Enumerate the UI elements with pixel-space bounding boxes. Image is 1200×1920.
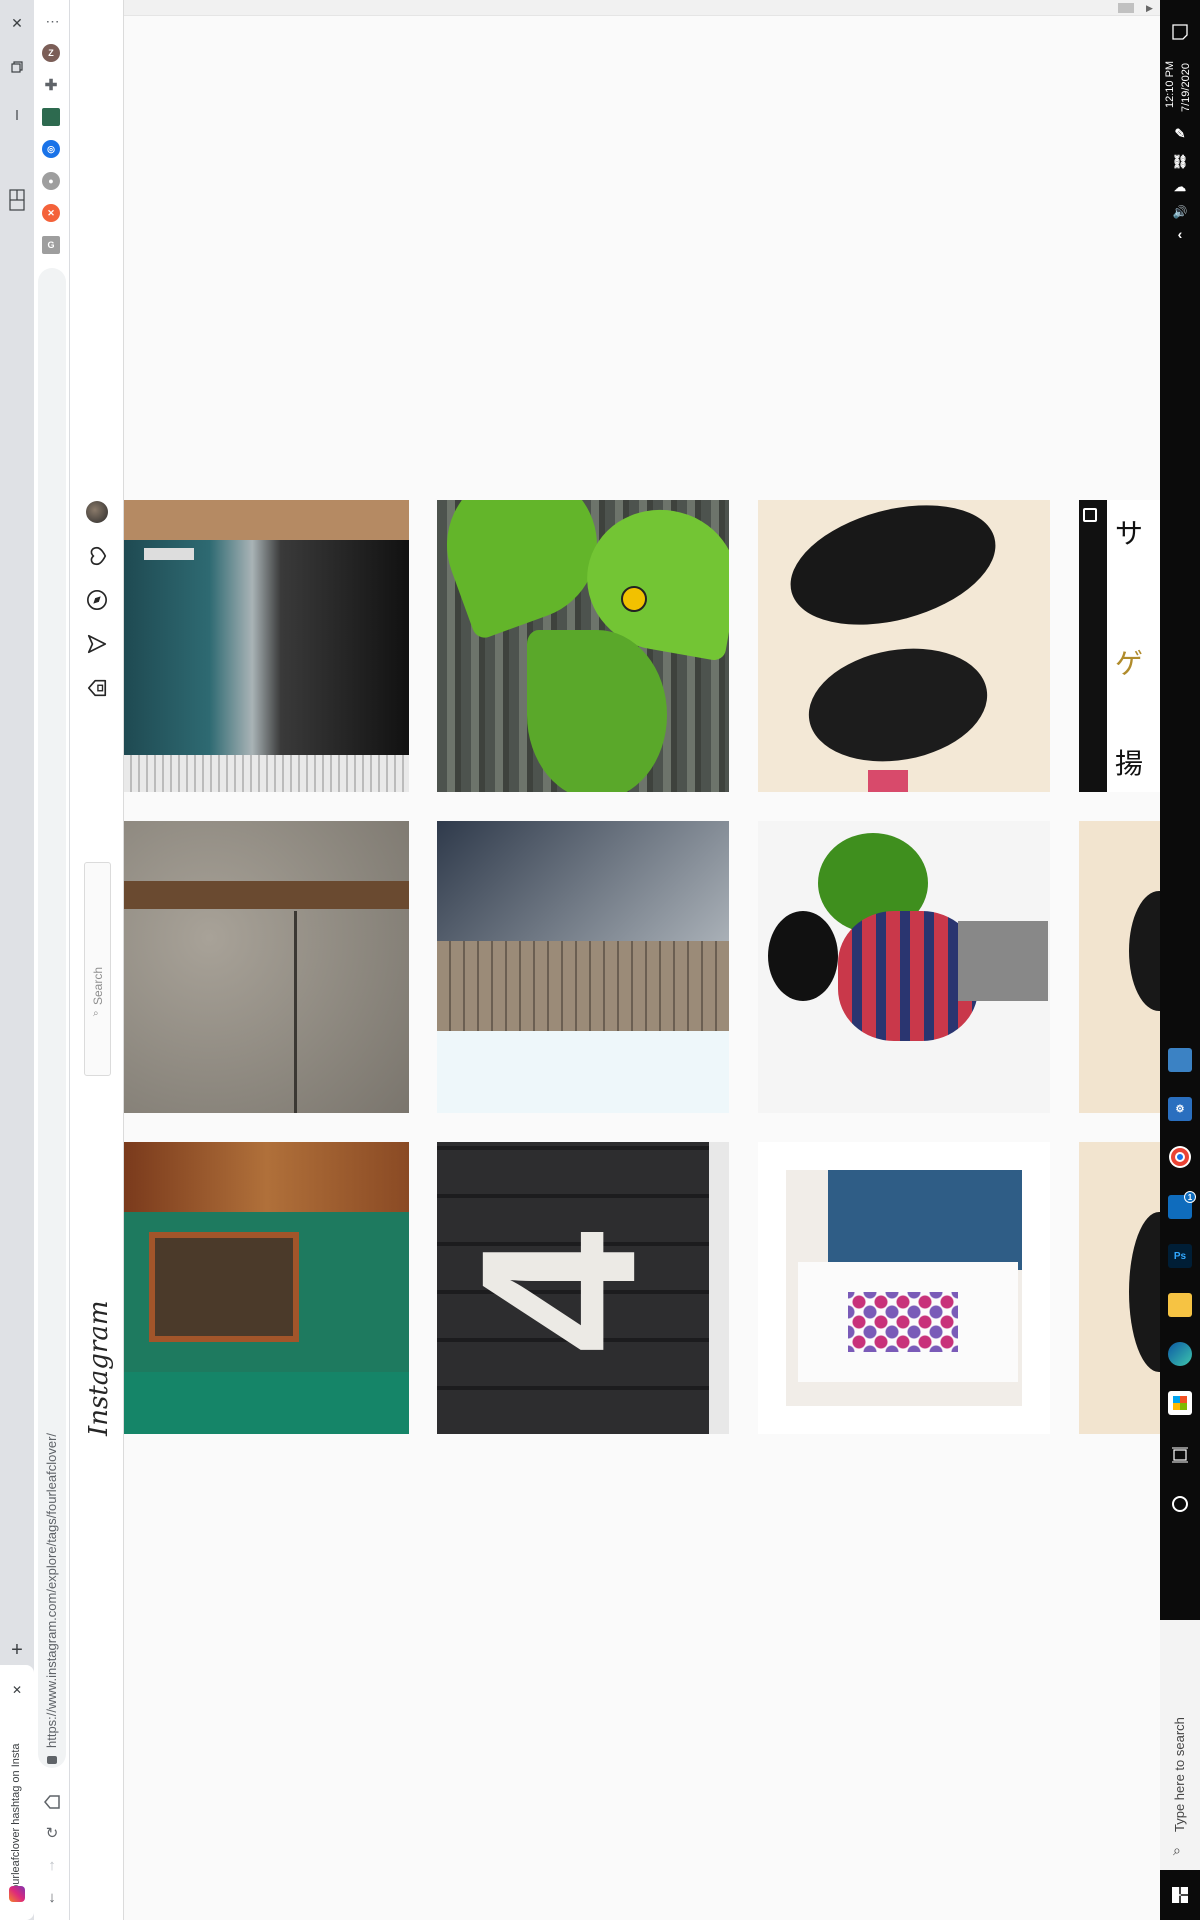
post-japanese-sign[interactable]: サ ゲ 揚	[1079, 500, 1160, 792]
forward-icon[interactable]: ↑	[40, 1853, 64, 1877]
post-building-glass[interactable]	[124, 500, 409, 792]
show-hidden-icons[interactable]: ‹	[1168, 222, 1192, 246]
post-black-cat[interactable]	[758, 500, 1050, 792]
post-grid: サ ゲ 揚 4	[124, 0, 1160, 1920]
browser-toolbar: ⋯ Z ✚ ◎ ● ✕ G https://www.instagram.com/…	[34, 0, 70, 1920]
search-input[interactable]: Search ⌕	[84, 862, 111, 1076]
post-shirt-and-jeans[interactable]	[758, 1142, 1050, 1434]
post-black-cat-partial[interactable]	[1079, 821, 1160, 1113]
post-ladybug-clover[interactable]	[437, 500, 729, 792]
active-tab[interactable]: ✕ #fourleafclover hashtag on Insta	[0, 1665, 34, 1920]
address-bar[interactable]: https://www.instagram.com/explore/tags/f…	[38, 268, 66, 1768]
action-center-icon[interactable]	[1168, 20, 1192, 44]
home-icon[interactable]	[84, 675, 110, 701]
new-tab-button[interactable]: +	[0, 1635, 34, 1665]
clock-date[interactable]: 7/19/2020	[1180, 63, 1192, 112]
extension-orange-icon[interactable]: ✕	[42, 204, 60, 222]
post-black-cat-partial[interactable]	[1079, 1142, 1160, 1434]
extension-map-icon[interactable]	[42, 108, 60, 126]
volume-icon[interactable]: 🔊	[1168, 200, 1192, 224]
post-figurine-clover[interactable]	[758, 821, 1050, 1113]
cortana-icon[interactable]	[1168, 1492, 1192, 1516]
post-stone-wall[interactable]	[124, 821, 409, 1113]
taskbar-search-box[interactable]: Type here to search ⌕	[1160, 1620, 1200, 1870]
minimize-window-icon[interactable]	[0, 100, 34, 130]
heart-icon[interactable]	[84, 543, 110, 569]
browser-tab-strip: ✕ + ✕ #fourleafclover hashtag on Insta	[0, 0, 34, 1920]
lock-icon[interactable]	[47, 1756, 57, 1764]
network-icon[interactable]: ⛓	[1168, 150, 1192, 174]
search-icon: ⌕	[1173, 1842, 1181, 1858]
profile-avatar-icon[interactable]	[84, 499, 110, 525]
browser-menu-icon[interactable]: ⋯	[40, 9, 64, 33]
post-building-sky[interactable]	[437, 821, 729, 1113]
back-icon[interactable]: ↓	[40, 1885, 64, 1909]
notification-badge: 1	[1184, 1191, 1196, 1203]
windows-taskbar: 12:10 PM 7/19/2020 ✎ ⛓ ☁ 🔊 ‹ ⚙ 1 Ps Type…	[1160, 0, 1200, 1920]
extensions-puzzle-icon[interactable]: ✚	[42, 76, 60, 94]
profile-avatar[interactable]: Z	[42, 44, 60, 62]
taskbar-search-placeholder: Type here to search	[1172, 1717, 1187, 1832]
extension-circle-icon[interactable]: ●	[42, 172, 60, 190]
chrome-icon[interactable]	[1169, 1146, 1191, 1168]
close-tab-button[interactable]: ✕	[0, 1679, 34, 1701]
onedrive-icon[interactable]: ☁	[1168, 175, 1192, 199]
file-explorer-icon[interactable]	[1168, 1293, 1192, 1317]
photoshop-icon[interactable]: Ps	[1168, 1244, 1192, 1268]
multiple-images-icon	[1083, 508, 1097, 522]
reload-icon[interactable]: ↻	[40, 1821, 64, 1845]
instagram-header: Search ⌕ Instagram	[70, 0, 124, 1920]
clock-time[interactable]: 12:10 PM	[1164, 61, 1176, 108]
explore-compass-icon[interactable]	[84, 587, 110, 613]
tab-search-icon[interactable]	[0, 185, 34, 215]
post-green-wooden-door[interactable]	[124, 1142, 409, 1434]
url-text[interactable]: https://www.instagram.com/explore/tags/f…	[44, 1433, 59, 1748]
taskbar-app-settings[interactable]: ⚙	[1168, 1097, 1192, 1121]
extension-grammarly-icon[interactable]: G	[42, 236, 60, 254]
instagram-favicon-icon	[9, 1886, 25, 1902]
edge-icon[interactable]	[1168, 1342, 1192, 1366]
windows-start-icon[interactable]	[1168, 1883, 1192, 1907]
tab-title: #fourleafclover hashtag on Insta	[10, 1743, 22, 1900]
close-window-icon[interactable]: ✕	[0, 8, 34, 38]
instagram-logo[interactable]: Instagram	[84, 1300, 114, 1436]
direct-message-icon[interactable]	[84, 631, 110, 657]
store-icon[interactable]	[1168, 1391, 1192, 1415]
post-number-four-pavement[interactable]: 4	[437, 1142, 729, 1434]
outlook-icon[interactable]: 1	[1168, 1191, 1196, 1219]
home-icon[interactable]	[40, 1790, 64, 1814]
extension-blue-icon[interactable]: ◎	[42, 140, 60, 158]
taskbar-app-calendar[interactable]	[1168, 1048, 1192, 1072]
search-icon: ⌕	[93, 1008, 99, 1019]
search-placeholder: Search	[91, 966, 105, 1005]
ladybug-icon	[621, 586, 647, 612]
pen-icon[interactable]: ✎	[1168, 122, 1192, 146]
task-view-icon[interactable]	[1168, 1443, 1192, 1467]
restore-window-icon[interactable]	[0, 52, 34, 82]
